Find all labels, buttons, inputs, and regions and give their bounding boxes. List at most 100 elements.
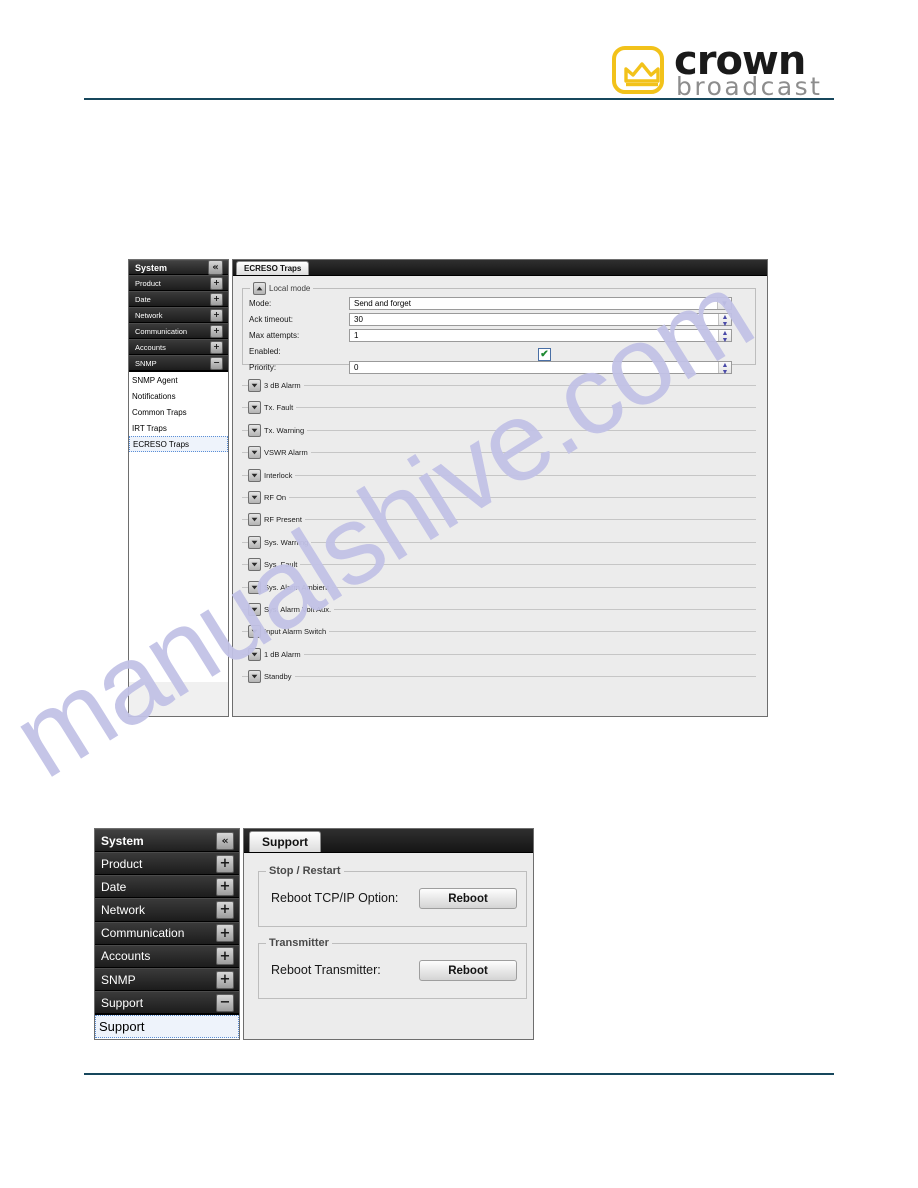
triangle-down-icon[interactable]: [248, 670, 261, 684]
expand-icon[interactable]: +: [216, 947, 234, 966]
sidebar-item-label: Network: [135, 310, 163, 320]
field-input-ack-timeout[interactable]: 30 ▲ ▼: [349, 313, 732, 328]
triangle-down-icon[interactable]: [248, 491, 261, 504]
sidebar-item-accounts[interactable]: Accounts +: [95, 944, 239, 968]
sidebar-system-nav-support: System « Product + Date + Network + Communicat…: [94, 828, 240, 1040]
expand-icon[interactable]: +: [210, 308, 223, 322]
triangle-down-icon[interactable]: [248, 558, 261, 572]
trap-section-vswr-alarm[interactable]: VSWR Alarm: [242, 446, 756, 460]
collapse-icon[interactable]: −: [210, 356, 223, 370]
reboot-button-transmitter[interactable]: Reboot: [419, 960, 517, 981]
section-rule: [296, 407, 756, 409]
sidebar-subitem-ecreso-traps[interactable]: ECRESO Traps: [129, 436, 228, 452]
spinner-up-icon[interactable]: ▲: [719, 330, 731, 337]
tab-ecreso-traps[interactable]: ECRESO Traps: [236, 261, 310, 275]
triangle-down-icon[interactable]: [248, 401, 261, 415]
sidebar-item-date[interactable]: Date +: [129, 291, 228, 307]
tab-support[interactable]: Support: [249, 831, 321, 852]
sidebar-subitem-support[interactable]: Support: [95, 1015, 239, 1039]
triangle-down-icon[interactable]: [248, 625, 261, 639]
mode-select[interactable]: Send and forget ▼: [349, 297, 732, 310]
sidebar-item-snmp[interactable]: SNMP −: [129, 355, 228, 371]
sidebar-item-product[interactable]: Product +: [95, 852, 239, 876]
sidebar-item-network[interactable]: Network +: [95, 898, 239, 922]
tab-bar: Support: [244, 829, 533, 853]
expand-icon[interactable]: +: [210, 324, 223, 338]
section-label: Tx. Fault: [261, 403, 297, 413]
trap-section-sys-alarm-ambient[interactable]: Sys. Alarm Ambient: [242, 580, 756, 594]
sidebar-item-label: Network: [101, 902, 146, 917]
spinner-stepper[interactable]: ▲ ▼: [718, 362, 731, 376]
sidebar-item-communication[interactable]: Communication +: [95, 921, 239, 945]
triangle-down-icon[interactable]: [248, 513, 261, 527]
trap-section-standby[interactable]: Standby: [242, 670, 756, 684]
collapse-left-icon[interactable]: «: [216, 831, 234, 850]
trap-section-rf-on[interactable]: RF On: [242, 491, 756, 504]
expand-icon[interactable]: +: [216, 924, 234, 943]
sidebar-item-product[interactable]: Product +: [129, 275, 228, 291]
logo-wordmark-secondary: broadcast: [676, 72, 823, 101]
sidebar-item-date[interactable]: Date +: [95, 875, 239, 899]
sidebar-item-accounts[interactable]: Accounts +: [129, 339, 228, 355]
trap-section-tx-warning[interactable]: Tx. Warning: [242, 423, 756, 437]
collapse-icon[interactable]: −: [216, 993, 234, 1012]
enabled-checkbox[interactable]: ✔: [538, 348, 551, 361]
sidebar-item-label: Support: [101, 995, 144, 1010]
sidebar-subitem-label: Common Traps: [132, 407, 187, 417]
sidebar-header-system[interactable]: System «: [129, 260, 228, 275]
label-reboot-transmitter: Reboot Transmitter:: [271, 963, 381, 977]
section-rule: [289, 497, 756, 498]
triangle-down-icon[interactable]: [248, 379, 261, 392]
field-label-ack-timeout: Ack timeout:: [249, 315, 294, 324]
sidebar-subitem-notifications[interactable]: Notifications: [129, 388, 228, 404]
triangle-up-icon[interactable]: [253, 282, 266, 295]
sidebar-subitem-irt-traps[interactable]: IRT Traps: [129, 420, 228, 436]
trap-section-sys-fault[interactable]: Sys. Fault: [242, 558, 756, 572]
sidebar-subitem-label: IRT Traps: [132, 423, 167, 433]
expand-icon[interactable]: +: [210, 292, 223, 306]
sidebar-item-support[interactable]: Support −: [95, 991, 239, 1015]
sidebar-item-snmp[interactable]: SNMP +: [95, 967, 239, 992]
section-label: 1 dB Alarm: [261, 649, 304, 659]
triangle-down-icon[interactable]: [248, 446, 261, 460]
triangle-down-icon[interactable]: [248, 647, 261, 661]
trap-section-interlock[interactable]: Interlock: [242, 468, 756, 482]
expand-icon[interactable]: +: [216, 854, 234, 873]
expand-icon[interactable]: +: [216, 900, 234, 919]
triangle-down-icon[interactable]: [248, 535, 261, 549]
trap-section-input-alarm-switch[interactable]: Input Alarm Switch: [242, 625, 756, 639]
collapse-left-icon[interactable]: «: [208, 260, 223, 275]
spinner-stepper[interactable]: ▲ ▼: [718, 330, 731, 344]
sidebar-subitem-snmp-agent[interactable]: SNMP Agent: [129, 372, 228, 388]
chevron-down-icon[interactable]: ▼: [717, 298, 731, 309]
reboot-button-stop-restart[interactable]: Reboot: [419, 888, 517, 909]
trap-section-rf-present[interactable]: RF Present: [242, 513, 756, 527]
triangle-down-icon[interactable]: [248, 468, 261, 482]
spinner-up-icon[interactable]: ▲: [719, 314, 731, 321]
trap-section-tx-fault[interactable]: Tx. Fault: [242, 401, 756, 415]
sidebar-item-network[interactable]: Network +: [129, 307, 228, 323]
spinner-down-icon[interactable]: ▼: [719, 337, 731, 344]
sidebar-subitem-common-traps[interactable]: Common Traps: [129, 404, 228, 420]
field-input-max-attempts[interactable]: 1 ▲ ▼: [349, 329, 732, 344]
triangle-down-icon[interactable]: [248, 580, 261, 594]
spinner-down-icon[interactable]: ▼: [719, 369, 731, 376]
spinner-down-icon[interactable]: ▼: [719, 321, 731, 328]
triangle-down-icon[interactable]: [248, 423, 261, 437]
triangle-down-icon[interactable]: [248, 603, 261, 616]
sidebar-header-system[interactable]: System «: [95, 829, 239, 852]
sidebar-item-label: Accounts: [135, 342, 166, 352]
expand-icon[interactable]: +: [210, 276, 223, 290]
trap-section-sys-alarm-volt-aux[interactable]: Sys. Alarm Volt Aux.: [242, 603, 756, 616]
sidebar-item-communication[interactable]: Communication +: [129, 323, 228, 339]
trap-section-1-db-alarm[interactable]: 1 dB Alarm: [242, 647, 756, 661]
field-input-priority[interactable]: 0 ▲ ▼: [349, 361, 732, 376]
expand-icon[interactable]: +: [216, 877, 234, 896]
spinner-up-icon[interactable]: ▲: [719, 362, 731, 369]
field-label-mode: Mode:: [249, 299, 272, 308]
trap-section-3-db-alarm[interactable]: 3 dB Alarm: [242, 379, 756, 392]
expand-icon[interactable]: +: [210, 340, 223, 354]
spinner-stepper[interactable]: ▲ ▼: [718, 314, 731, 328]
expand-icon[interactable]: +: [216, 970, 234, 989]
trap-section-sys-warning[interactable]: Sys. Warning: [242, 535, 756, 549]
